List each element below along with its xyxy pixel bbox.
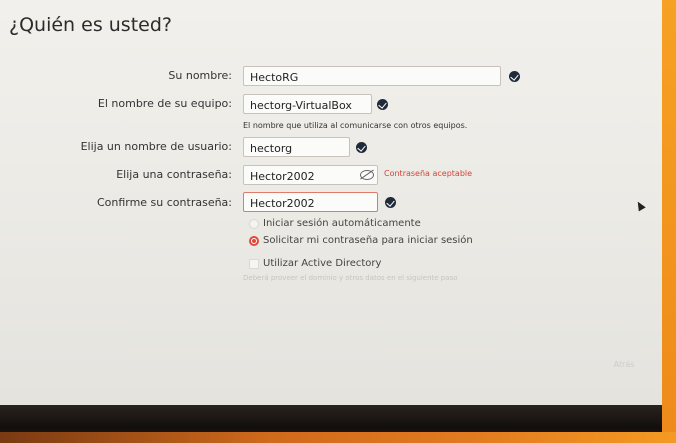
confirm-password-ok-icon (385, 197, 396, 208)
name-input[interactable]: HectoRG (243, 66, 501, 86)
username-label: Elija un nombre de usuario: (80, 140, 232, 153)
password-input[interactable]: Hector2002 (243, 165, 378, 185)
computer-name-label: El nombre de su equipo: (97, 97, 232, 110)
name-ok-icon (509, 71, 520, 82)
show-password-icon[interactable] (360, 170, 374, 180)
auto-login-label[interactable]: Iniciar sesión automáticamente (263, 218, 421, 229)
page-title: ¿Quién es usted? (9, 14, 172, 36)
computer-name-hint: El nombre que utiliza al comunicarse con… (243, 121, 468, 130)
active-directory-note: Deberá proveer el dominio y otros datos … (243, 274, 458, 282)
installer-window: ¿Quién es usted? Su nombre: HectoRG El n… (0, 0, 662, 405)
username-ok-icon (356, 142, 367, 153)
confirm-password-label: Confirme su contraseña: (96, 196, 232, 209)
auto-login-radio[interactable] (249, 219, 259, 229)
password-label: Elija una contraseña: (116, 168, 232, 181)
computer-name-ok-icon (377, 99, 388, 110)
username-input[interactable]: hectorg (243, 137, 350, 157)
active-directory-checkbox[interactable] (249, 259, 259, 269)
name-label: Su nombre: (168, 69, 232, 82)
password-strength: Contraseña aceptable (384, 169, 473, 178)
confirm-password-input[interactable]: Hector2002 (243, 192, 378, 212)
require-password-label[interactable]: Solicitar mi contraseña para iniciar ses… (263, 235, 473, 246)
mouse-pointer-icon (634, 199, 646, 212)
computer-name-input[interactable]: hectorg-VirtualBox (243, 94, 372, 114)
desktop-bottom-strip (0, 432, 676, 443)
active-directory-label[interactable]: Utilizar Active Directory (263, 258, 381, 269)
desktop-edge-strip (662, 0, 676, 443)
require-password-radio[interactable] (249, 236, 259, 246)
back-button[interactable]: Atrás (596, 354, 652, 374)
